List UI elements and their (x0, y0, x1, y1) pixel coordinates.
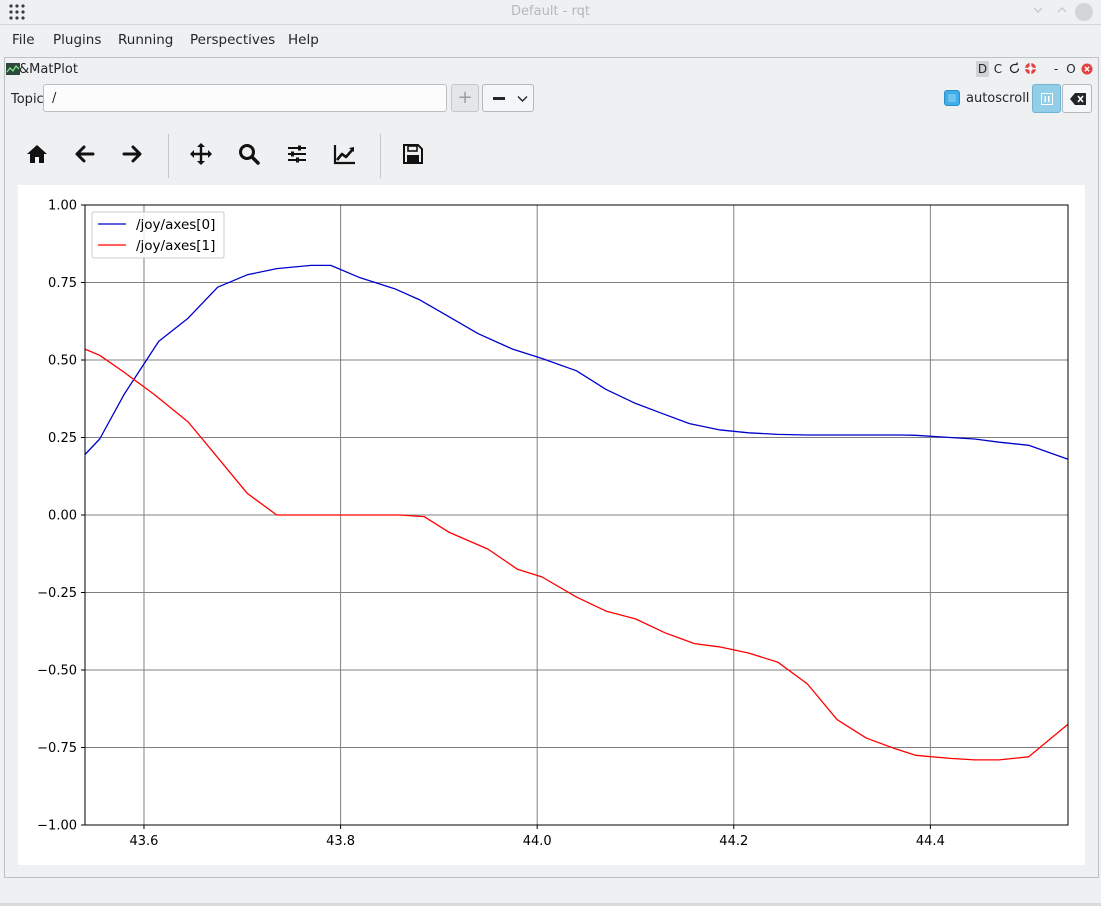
autoscroll-label: autoscroll (966, 91, 1030, 106)
toolbar-separator (380, 134, 381, 178)
y-tick-label: 0.50 (48, 354, 77, 369)
y-tick-label: 0.75 (48, 276, 77, 291)
dock-help-button[interactable] (1023, 61, 1037, 77)
home-button[interactable] (19, 136, 55, 172)
matplot-icon (6, 63, 20, 75)
x-tick-label: 44.2 (719, 834, 748, 849)
remove-topic-button[interactable] (482, 84, 534, 112)
toolbar-separator (168, 134, 169, 178)
menu-perspectives[interactable]: Perspectives (190, 32, 275, 48)
zoom-button[interactable] (231, 136, 267, 172)
menubar: File Plugins Running Perspectives Help (0, 26, 1101, 54)
y-tick-label: 1.00 (48, 199, 77, 214)
menu-running[interactable]: Running (118, 32, 173, 48)
x-tick-label: 44.4 (916, 834, 945, 849)
dock-float-button[interactable]: O (1065, 61, 1077, 77)
close-icon (1081, 63, 1093, 75)
window-close-button[interactable] (1074, 2, 1094, 22)
y-tick-label: 0.25 (48, 431, 77, 446)
pause-button[interactable] (1032, 84, 1061, 113)
edit-axes-button[interactable] (327, 136, 363, 172)
y-tick-label: 0.00 (48, 509, 77, 524)
chevron-down-icon (1033, 7, 1043, 13)
window-titlebar: Default - rqt (0, 0, 1101, 25)
legend-label-1: /joy/axes[1] (136, 238, 215, 254)
window-maximize-button[interactable] (1052, 2, 1072, 22)
dock-c-button[interactable]: C (992, 61, 1004, 77)
y-tick-label: −0.75 (37, 741, 77, 756)
y-tick-label: −0.50 (37, 664, 77, 679)
menu-file[interactable]: File (12, 32, 35, 48)
chevron-down-icon (517, 96, 528, 102)
pan-button[interactable] (183, 136, 219, 172)
window-minimize-button[interactable] (1028, 2, 1048, 22)
dock-title: &MatPlot (19, 62, 78, 77)
forward-icon (122, 145, 142, 163)
back-button[interactable] (67, 136, 103, 172)
window-title: Default - rqt (511, 4, 590, 19)
dock-close-button[interactable] (1080, 61, 1094, 77)
clear-button[interactable] (1062, 84, 1092, 113)
forward-button[interactable] (114, 136, 150, 172)
matplot-dock: &MatPlot D C - O Topic + autoscroll (4, 57, 1099, 878)
lifebuoy-icon (1024, 63, 1036, 74)
pause-icon (1041, 93, 1053, 105)
pan-icon (190, 143, 212, 165)
dock-d-button[interactable]: D (976, 61, 989, 77)
topic-input[interactable] (43, 84, 447, 112)
backspace-clear-icon (1070, 93, 1086, 105)
home-icon (27, 145, 47, 163)
legend-label-0: /joy/axes[0] (136, 217, 215, 233)
configure-subplots-button[interactable] (279, 136, 315, 172)
add-topic-button[interactable]: + (451, 84, 479, 112)
series-line-1 (84, 348, 1069, 761)
minus-icon (493, 97, 505, 100)
reload-icon (1009, 62, 1019, 74)
y-tick-label: −0.25 (37, 586, 77, 601)
plot-canvas[interactable]: 43.6 43.8 44.0 44.2 44.4 1.00 0.75 0.50 0.25 0.00… (18, 185, 1085, 865)
y-tick-label: −1.00 (37, 819, 77, 834)
x-tick-label: 43.6 (130, 834, 159, 849)
menu-plugins[interactable]: Plugins (53, 32, 101, 48)
chevron-up-icon (1057, 7, 1067, 13)
x-tick-label: 44.0 (523, 834, 552, 849)
edit-axes-icon (333, 145, 355, 165)
topic-label: Topic (11, 92, 44, 107)
x-tick-label: 43.8 (326, 834, 355, 849)
menu-help[interactable]: Help (288, 32, 319, 48)
configure-icon (288, 145, 306, 163)
save-icon (403, 144, 423, 164)
zoom-icon (239, 144, 260, 165)
save-figure-button[interactable] (395, 136, 431, 172)
back-icon (75, 145, 95, 163)
dock-minimize-button[interactable]: - (1051, 61, 1061, 77)
autoscroll-checkbox[interactable] (944, 90, 960, 106)
close-circle-icon (1075, 3, 1093, 21)
line-chart[interactable]: 43.6 43.8 44.0 44.2 44.4 1.00 0.75 0.50 0.25 0.00… (18, 185, 1085, 865)
dock-reload-button[interactable] (1007, 61, 1021, 77)
series-line-0 (84, 264, 1069, 460)
